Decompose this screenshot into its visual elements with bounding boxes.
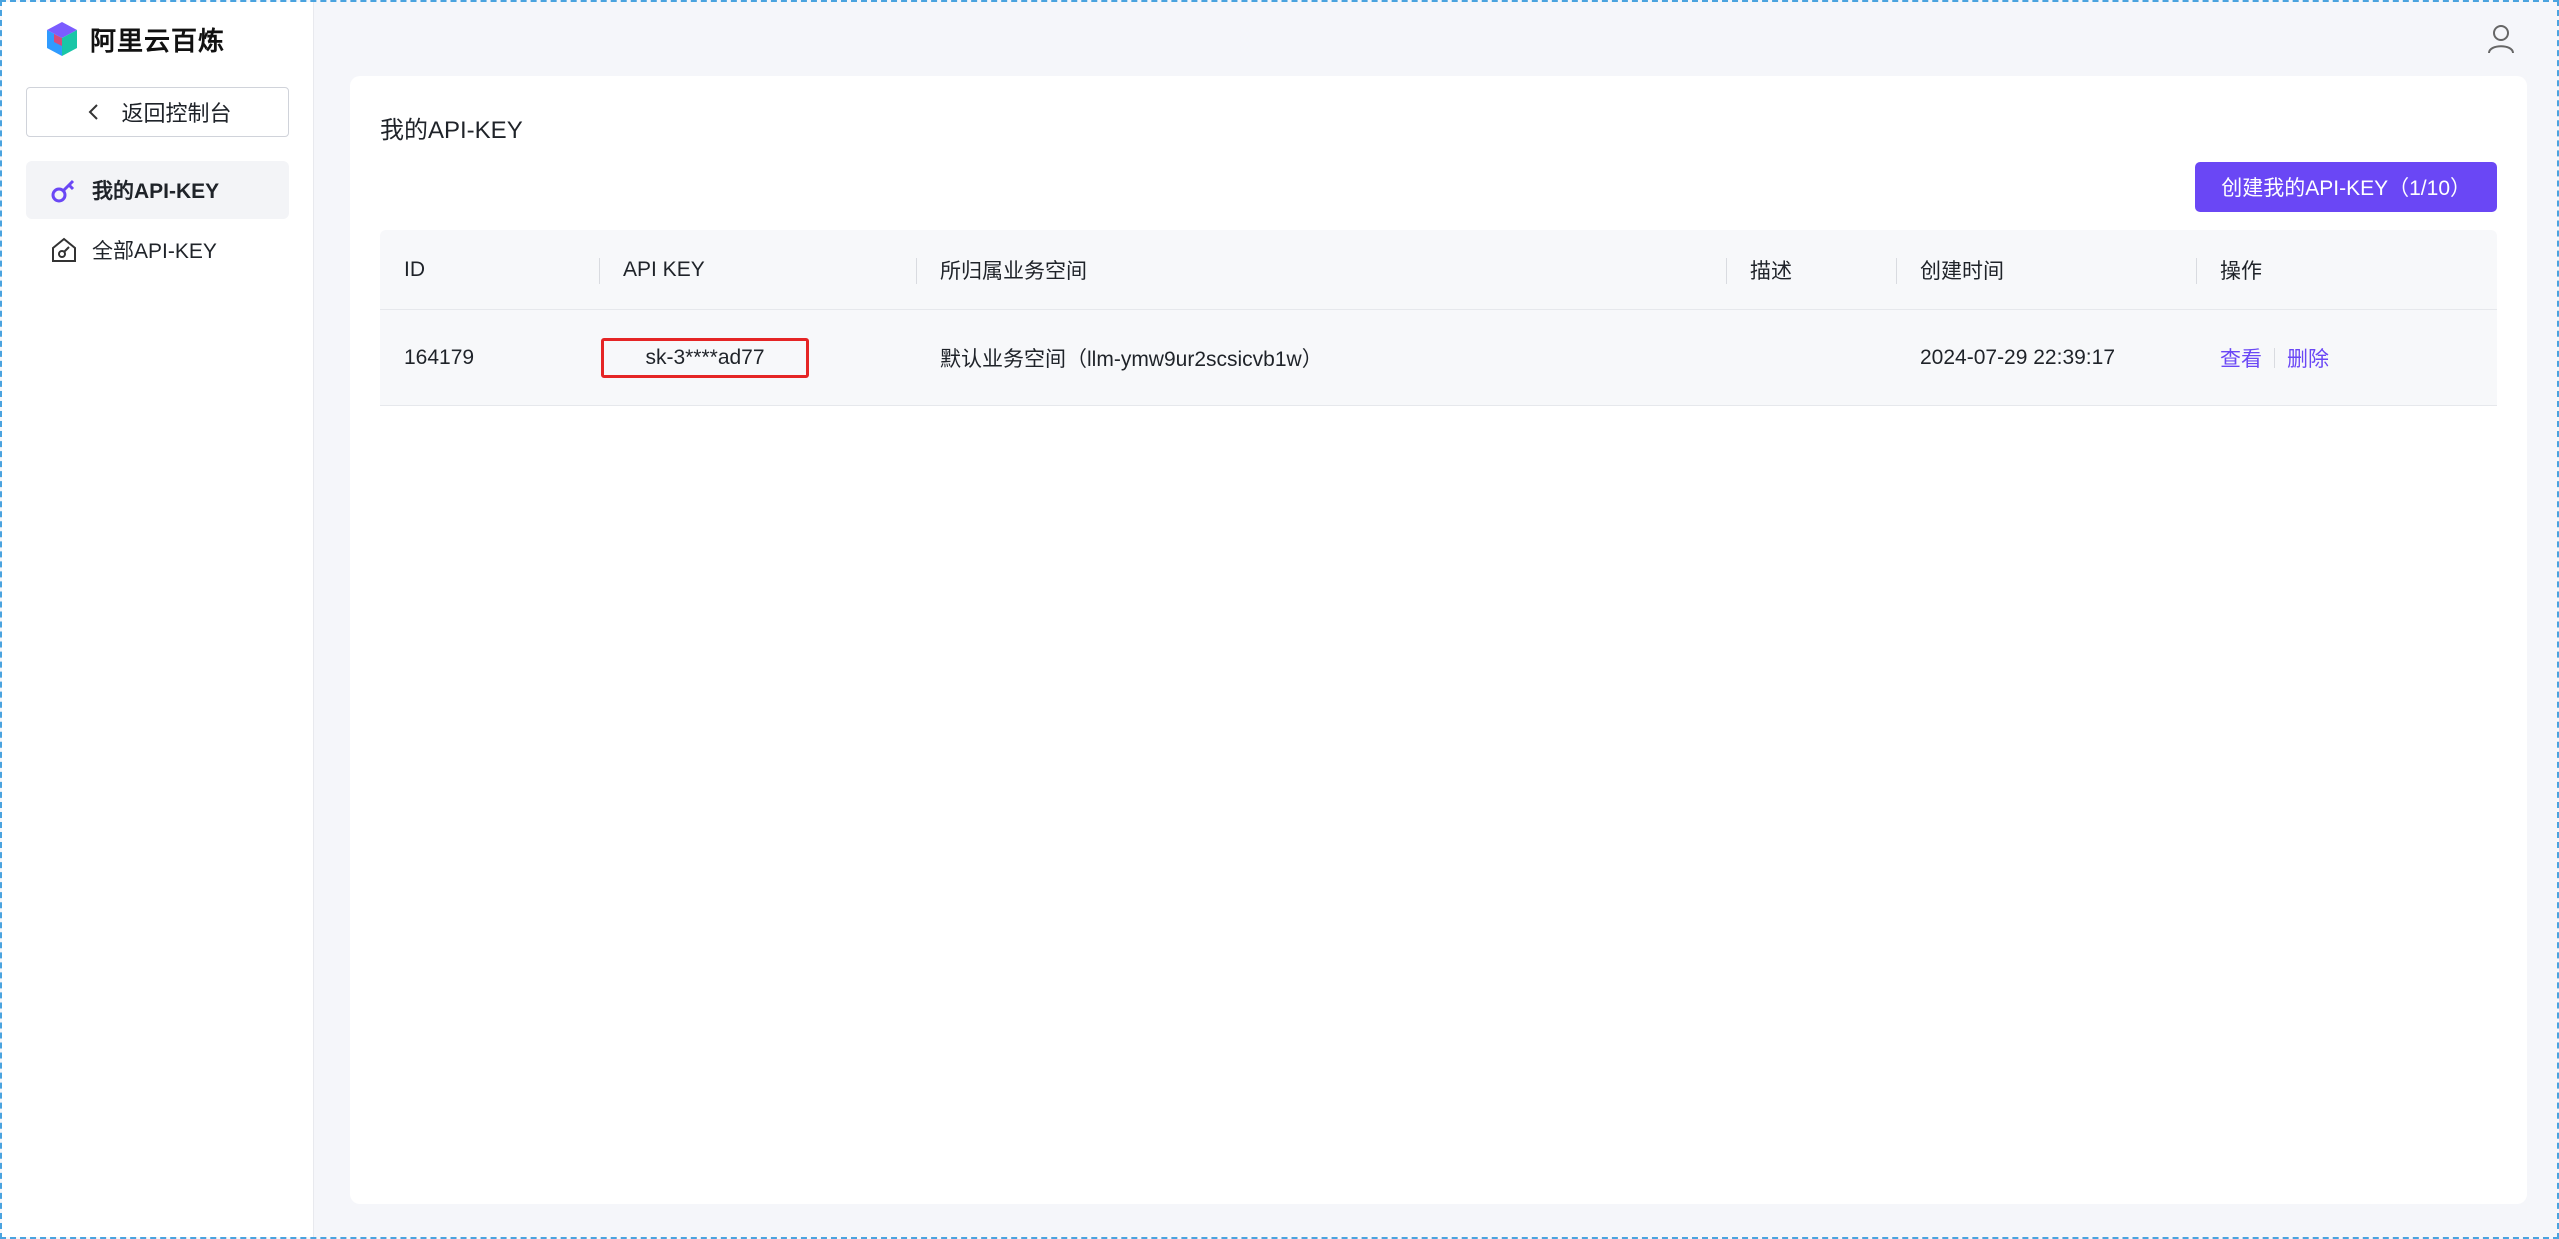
sidebar-item-label: 我的API-KEY: [92, 180, 220, 203]
brand-name: 阿里云百炼: [90, 25, 226, 56]
column-header-created-time: 创建时间: [1896, 230, 2196, 309]
cell-id: 164179: [404, 345, 475, 369]
cell-workspace: 默认业务空间（llm-ymw9ur2scsicvb1w）: [940, 347, 1323, 371]
main-card: 我的API-KEY 创建我的API-KEY（1/10） ID API KEY 所…: [350, 76, 2527, 1204]
page-title: 我的API-KEY: [380, 117, 523, 144]
column-header-workspace: 所归属业务空间: [916, 230, 1726, 309]
sidebar-item-label: 全部API-KEY: [92, 240, 217, 263]
user-icon[interactable]: [2487, 24, 2515, 54]
action-divider: [2274, 347, 2275, 368]
cell-created-time: 2024-07-29 22:39:17: [1920, 345, 2115, 369]
sidebar-item-all-api-key[interactable]: 全部API-KEY: [26, 221, 289, 279]
api-key-value-highlighted: sk-3****ad77: [601, 337, 809, 378]
app-window: 阿里云百炼 返回控制台 我的API-KEY 全部API-KEY 我的API-KE…: [0, 0, 2559, 1239]
api-key-table: ID API KEY 所归属业务空间 描述 创建时间 操作 164179 sk-…: [380, 230, 2497, 406]
create-api-key-button[interactable]: 创建我的API-KEY（1/10）: [2195, 162, 2497, 212]
table-row: 164179 sk-3****ad77 默认业务空间（llm-ymw9ur2sc…: [380, 310, 2497, 406]
cell-api-key: sk-3****ad77: [599, 310, 916, 405]
chevron-left-icon: [89, 104, 99, 120]
column-header-id: ID: [404, 257, 425, 281]
back-to-console-button[interactable]: 返回控制台: [26, 87, 289, 137]
bailian-logo-icon: [47, 22, 77, 56]
column-header-actions: 操作: [2196, 230, 2497, 309]
sidebar: 阿里云百炼 返回控制台 我的API-KEY 全部API-KEY: [2, 2, 314, 1237]
back-to-console-label: 返回控制台: [121, 101, 232, 126]
column-header-description: 描述: [1726, 230, 1896, 309]
cell-description: [1726, 310, 1896, 405]
sidebar-item-my-api-key[interactable]: 我的API-KEY: [26, 161, 289, 219]
view-link[interactable]: 查看: [2220, 343, 2262, 373]
key-icon: [51, 179, 75, 203]
cell-actions: 查看 删除: [2196, 310, 2497, 405]
table-header: ID API KEY 所归属业务空间 描述 创建时间 操作: [380, 230, 2497, 310]
delete-link[interactable]: 删除: [2287, 343, 2329, 373]
house-key-icon: [52, 237, 76, 262]
column-header-api-key: API KEY: [599, 230, 916, 309]
logo: 阿里云百炼: [44, 20, 225, 58]
